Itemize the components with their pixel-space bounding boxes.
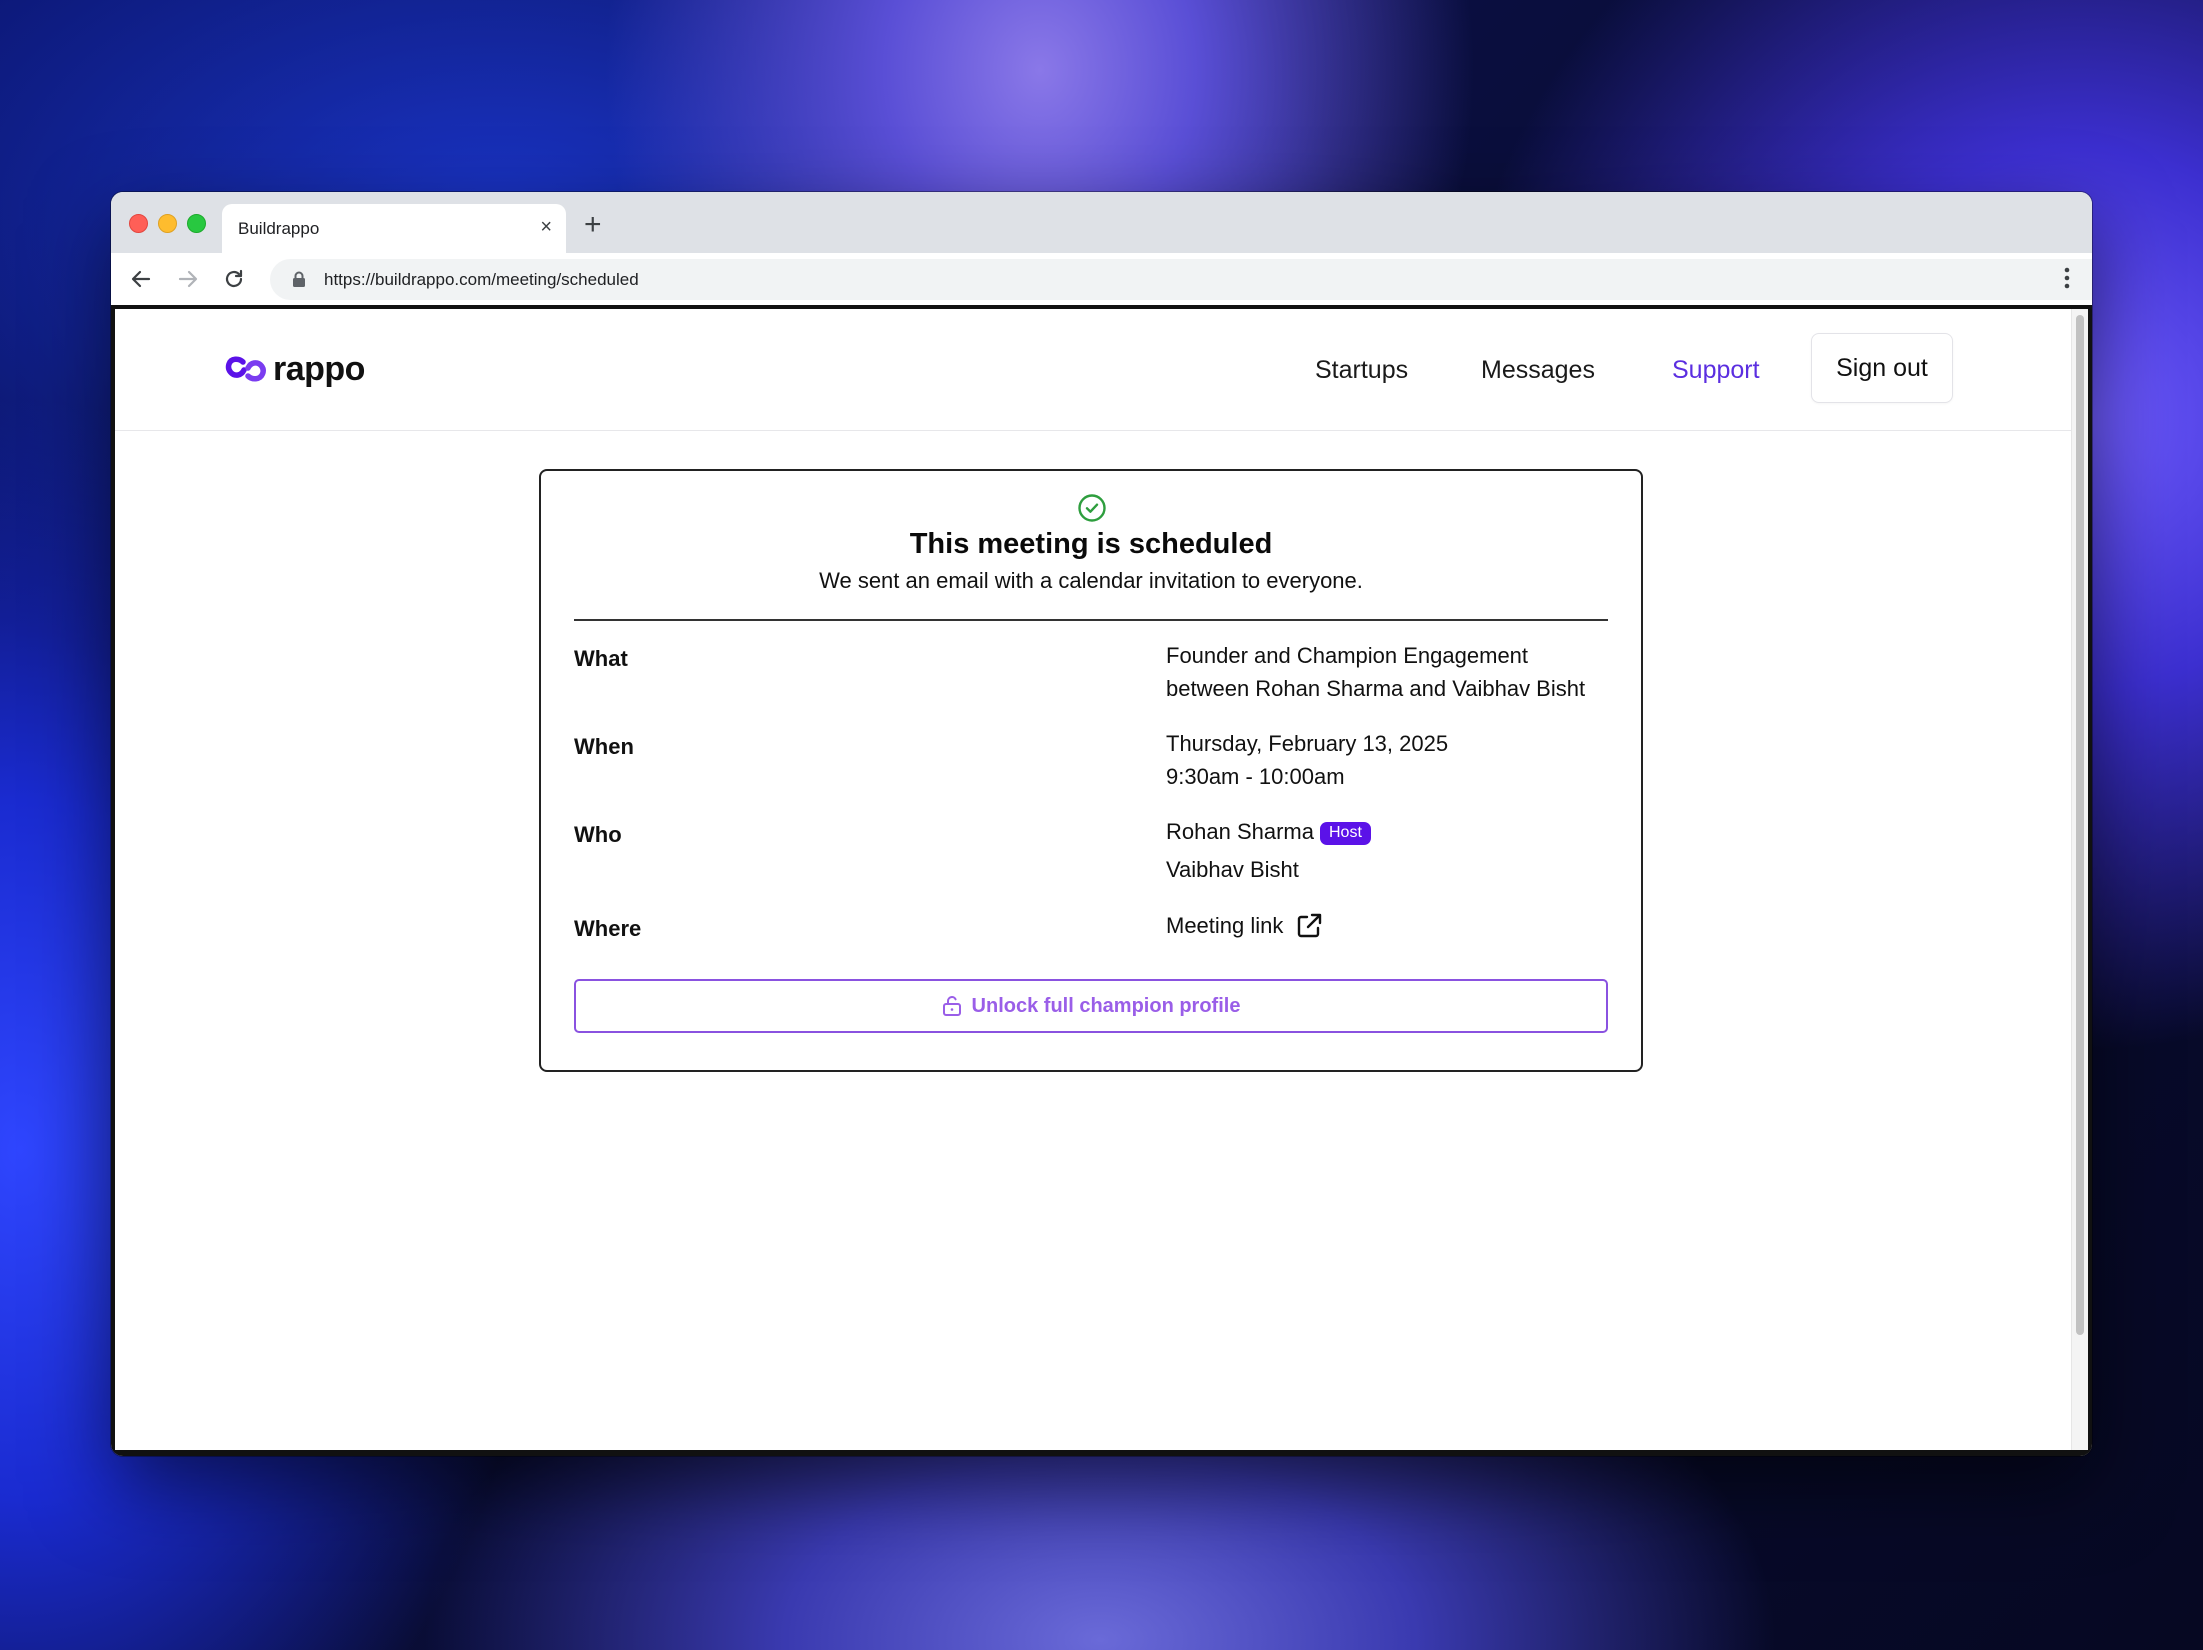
- address-bar[interactable]: https://buildrappo.com/meeting/scheduled: [270, 259, 2092, 300]
- tab-title: Buildrappo: [238, 219, 320, 238]
- content-frame-right: [2088, 305, 2092, 1456]
- confirmation-subtitle: We sent an email with a calendar invitat…: [819, 568, 1363, 593]
- lock-icon: [293, 271, 305, 287]
- host-name: Rohan Sharma: [1166, 819, 1314, 844]
- meeting-link[interactable]: Meeting link: [1166, 909, 1323, 942]
- nav-support[interactable]: Support: [1672, 356, 1760, 385]
- when-value: Thursday, February 13, 2025 9:30am - 10:…: [1166, 727, 1448, 793]
- url-text: https://buildrappo.com/meeting/scheduled: [324, 270, 639, 289]
- forward-arrow-icon[interactable]: [176, 267, 200, 291]
- app-header: rappo Startups Messages Support Sign out: [115, 309, 2072, 431]
- host-badge: Host: [1319, 822, 1371, 845]
- minimize-window-button[interactable]: [158, 214, 177, 233]
- browser-titlebar: Buildrappo × +: [111, 192, 2092, 253]
- guest-attendee: Vaibhav Bisht: [1166, 857, 1299, 882]
- browser-window: Buildrappo × + https://buildrappo.com/me…: [111, 192, 2092, 1456]
- meeting-date: Thursday, February 13, 2025: [1166, 731, 1449, 756]
- nav-messages[interactable]: Messages: [1481, 356, 1595, 385]
- browser-tab[interactable]: Buildrappo ×: [222, 204, 566, 253]
- card-divider: [574, 619, 1608, 621]
- external-link-icon[interactable]: [1295, 912, 1323, 940]
- logo-wordmark: rappo: [273, 349, 365, 388]
- where-label: Where: [574, 916, 642, 941]
- rappo-logo[interactable]: rappo: [225, 349, 365, 389]
- tab-close-icon[interactable]: ×: [540, 217, 552, 237]
- page-content: rappo Startups Messages Support Sign out…: [115, 309, 2088, 1450]
- rappo-logo-icon: [225, 356, 266, 382]
- what-value: Founder and Champion Engagement between …: [1166, 639, 1585, 705]
- content-frame-bottom: [111, 1450, 2092, 1456]
- what-value-line1: Founder and Champion Engagement: [1166, 643, 1529, 668]
- confirmation-title: This meeting is scheduled: [909, 528, 1273, 560]
- meeting-link-text[interactable]: Meeting link: [1166, 909, 1283, 942]
- success-check-icon: [1078, 494, 1106, 522]
- close-window-button[interactable]: [129, 214, 148, 233]
- meeting-confirmation-card: This meeting is scheduled We sent an ema…: [539, 469, 1643, 1072]
- when-label: When: [574, 734, 634, 759]
- new-tab-button[interactable]: +: [584, 210, 602, 240]
- who-label: Who: [574, 822, 622, 847]
- what-value-line2: between Rohan Sharma and Vaibhav Bisht: [1166, 676, 1586, 701]
- what-label: What: [574, 646, 628, 671]
- back-arrow-icon[interactable]: [129, 267, 153, 291]
- page-scrollbar[interactable]: [2071, 309, 2088, 1450]
- browser-toolbar: https://buildrappo.com/meeting/scheduled: [111, 253, 2092, 305]
- scrollbar-thumb[interactable]: [2076, 315, 2084, 1335]
- unlock-button-label: Unlock full champion profile: [971, 994, 1241, 1017]
- sign-out-button[interactable]: Sign out: [1811, 333, 1953, 403]
- unlock-icon: [942, 996, 961, 1016]
- reload-icon[interactable]: [222, 267, 246, 291]
- unlock-profile-button[interactable]: Unlock full champion profile: [574, 979, 1608, 1033]
- host-attendee: Rohan Sharma Host: [1166, 815, 1371, 848]
- browser-menu-icon[interactable]: [2064, 266, 2070, 290]
- nav-startups[interactable]: Startups: [1315, 356, 1408, 385]
- meeting-time: 9:30am - 10:00am: [1166, 764, 1345, 789]
- maximize-window-button[interactable]: [187, 214, 206, 233]
